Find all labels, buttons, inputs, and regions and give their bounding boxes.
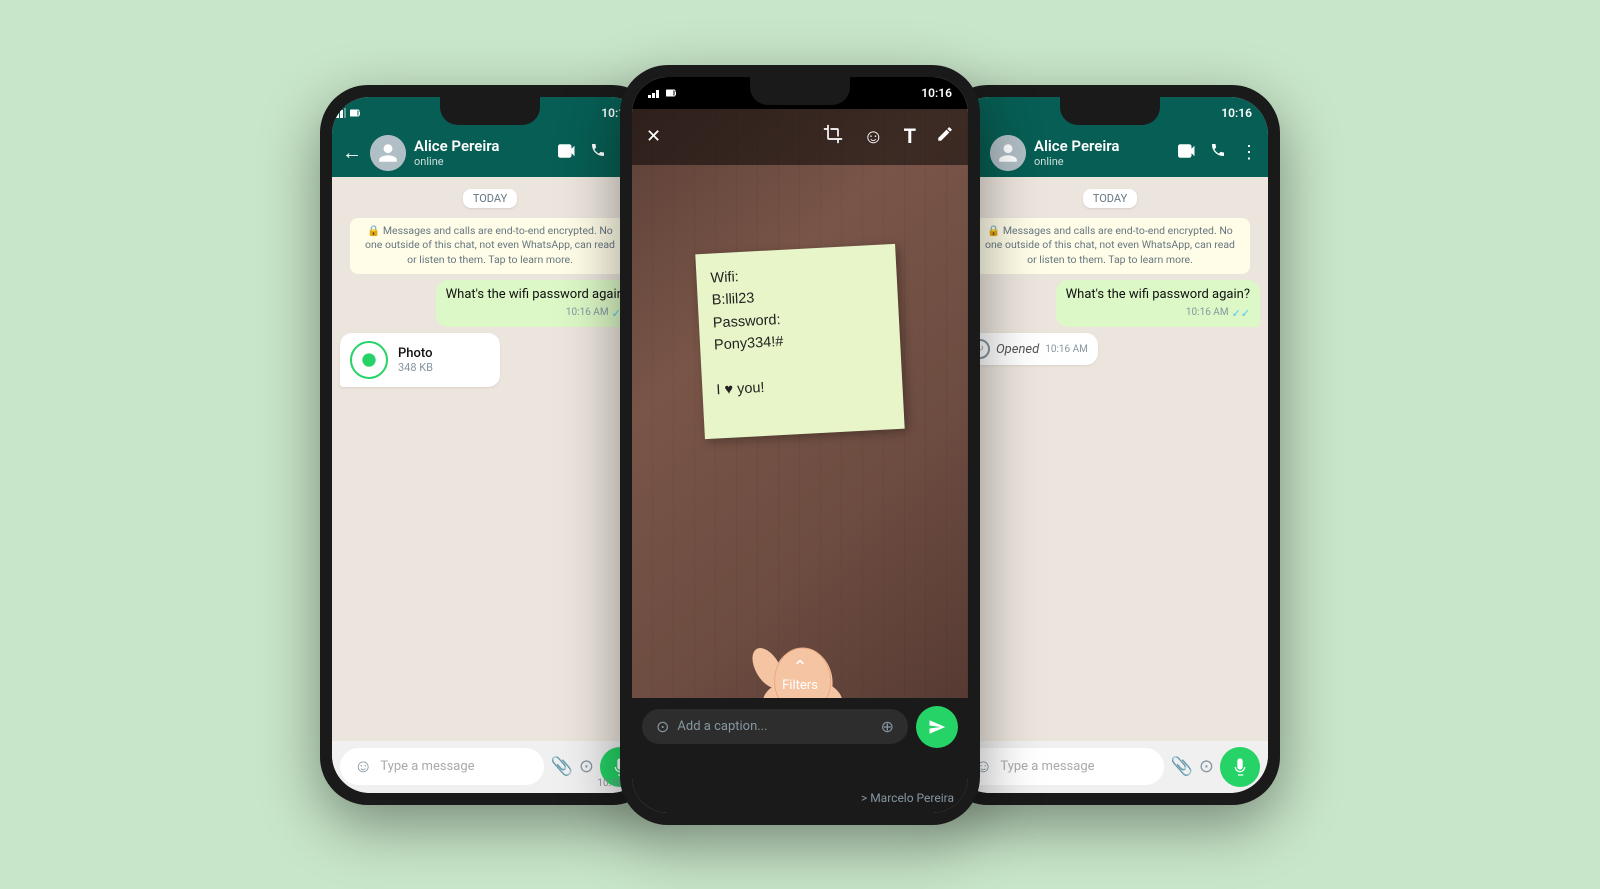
filters-chevron-icon: ⌃	[632, 657, 968, 678]
sticky-note: Wifi:B:llil23Password:Pony334!#I ♥ you!	[695, 243, 904, 438]
signal-icons-left	[332, 108, 360, 118]
signal-icons-center	[648, 88, 676, 98]
sender-label: > Marcelo Pereira	[861, 791, 954, 805]
encryption-notice-right: 🔒 Messages and calls are end-to-end encr…	[970, 218, 1250, 274]
chat-input-left[interactable]: Type a message	[380, 759, 530, 774]
video-icon-left[interactable]	[558, 142, 576, 163]
call-icon-right[interactable]	[1210, 142, 1226, 163]
caption-placeholder-text: Add a caption...	[677, 719, 872, 734]
sent-time-left: 10:16 AM	[566, 306, 609, 320]
notch-right	[1060, 97, 1160, 125]
contact-info-left: Alice Pereira online	[414, 137, 550, 168]
date-divider-right: TODAY	[960, 189, 1260, 208]
sent-time-right: 10:16 AM	[1186, 306, 1229, 320]
photo-editor: ✕ ☺ T Wifi:B:llil23Password:Pony33	[632, 109, 968, 813]
send-button-center[interactable]	[916, 706, 958, 748]
sent-text-left: What's the wifi password again?	[446, 286, 630, 304]
check-mark-right: ✓✓	[1232, 306, 1250, 321]
chat-input-wrap-left[interactable]: ☺ Type a message	[340, 748, 544, 785]
status-time-center: 10:16	[921, 86, 952, 100]
contact-name-right: Alice Pereira	[1034, 137, 1170, 155]
video-icon-right[interactable]	[1178, 142, 1196, 163]
header-actions-right: ⋮	[1178, 142, 1258, 163]
phone-center: 10:16 ✕ ☺ T	[620, 65, 980, 825]
sender-row: > Marcelo Pereira	[642, 791, 958, 805]
sent-message-row-left: What's the wifi password again? 10:16 AM…	[340, 280, 640, 328]
wa-header-right: ← Alice Pereira online	[952, 129, 1268, 177]
phone-left: 10:16 ← Alice Pereira online	[320, 85, 660, 805]
avatar-right	[990, 135, 1026, 171]
chat-input-bar-right: ☺ Type a message 📎 ⊙	[952, 741, 1268, 793]
notch-left	[440, 97, 540, 125]
date-divider-left: TODAY	[340, 189, 640, 208]
chat-input-right[interactable]: Type a message	[1000, 759, 1150, 774]
media-bubble-left: Photo 348 KB 10:16 AM	[340, 333, 500, 387]
avatar-left	[370, 135, 406, 171]
sent-text-right: What's the wifi password again?	[1066, 286, 1250, 304]
caption-input-row: ⊙ Add a caption... ⊕	[642, 706, 958, 748]
contact-status-right: online	[1034, 155, 1170, 168]
emoji-icon-left[interactable]: ☺	[354, 756, 372, 777]
sent-message-row-right: What's the wifi password again? 10:16 AM…	[960, 280, 1260, 328]
caption-emoji-icon[interactable]: ⊙	[656, 717, 669, 736]
contact-info-right: Alice Pereira online	[1034, 137, 1170, 168]
encryption-notice-left: 🔒 Messages and calls are end-to-end encr…	[350, 218, 630, 274]
close-icon-center[interactable]: ✕	[646, 126, 661, 147]
camera-icon-left[interactable]: ⊙	[579, 756, 594, 777]
media-label-left: Photo	[398, 346, 433, 361]
media-download-icon[interactable]	[350, 341, 388, 379]
mic-button-right[interactable]	[1220, 747, 1260, 787]
media-info-left: Photo 348 KB	[398, 346, 433, 374]
attach-icon-right[interactable]: 📎	[1170, 756, 1192, 777]
sticky-note-text: Wifi:B:llil23Password:Pony334!#I ♥ you!	[710, 258, 889, 402]
camera-icon-right[interactable]: ⊙	[1199, 756, 1214, 777]
chat-input-wrap-right[interactable]: ☺ Type a message	[960, 748, 1164, 785]
received-media-row-left: Photo 348 KB 10:16 AM	[340, 333, 640, 387]
sent-bubble-left: What's the wifi password again? 10:16 AM…	[436, 280, 640, 328]
attach-icon-left[interactable]: 📎	[550, 756, 572, 777]
filters-label: Filters	[782, 678, 818, 693]
notch-center	[750, 77, 850, 105]
chat-body-right: TODAY 🔒 Messages and calls are end-to-en…	[952, 177, 1268, 741]
opened-message-row-right: ↻ Opened 10:16 AM	[960, 333, 1260, 365]
more-icon-right[interactable]: ⋮	[1240, 142, 1258, 163]
opened-label-right: Opened	[996, 342, 1039, 357]
opened-bubble-right: ↻ Opened 10:16 AM	[960, 333, 1098, 365]
wa-header-left: ← Alice Pereira online	[332, 129, 648, 177]
editor-tools: ☺ T	[823, 124, 954, 149]
text-icon-center[interactable]: T	[904, 124, 916, 149]
caption-record-icon[interactable]: ⊕	[881, 717, 894, 736]
caption-bar: ⊙ Add a caption... ⊕ > Marcelo Pereira	[632, 698, 968, 813]
caption-input-wrap[interactable]: ⊙ Add a caption... ⊕	[642, 709, 908, 744]
date-badge-right: TODAY	[1083, 189, 1137, 208]
sent-meta-right: 10:16 AM ✓✓	[1066, 306, 1250, 321]
call-icon-left[interactable]	[590, 142, 606, 163]
back-button-left[interactable]: ←	[342, 140, 362, 165]
opened-time-right: 10:16 AM	[1045, 344, 1088, 355]
filters-area[interactable]: ⌃ Filters	[632, 657, 968, 693]
contact-status-left: online	[414, 155, 550, 168]
draw-icon-center[interactable]	[936, 124, 954, 149]
media-size-left: 348 KB	[398, 361, 433, 374]
chat-body-left: TODAY 🔒 Messages and calls are end-to-en…	[332, 177, 648, 741]
sent-meta-left: 10:16 AM ✓✓	[446, 306, 630, 321]
editor-toolbar: ✕ ☺ T	[632, 109, 968, 165]
phone-right: 10:16 ← Alice Pereira online	[940, 85, 1280, 805]
status-time-right: 10:16	[1221, 106, 1252, 120]
crop-icon[interactable]	[823, 124, 843, 149]
contact-name-left: Alice Pereira	[414, 137, 550, 155]
date-badge-left: TODAY	[463, 189, 517, 208]
emoji-icon-center[interactable]: ☺	[863, 124, 883, 149]
sent-bubble-right: What's the wifi password again? 10:16 AM…	[1056, 280, 1260, 328]
